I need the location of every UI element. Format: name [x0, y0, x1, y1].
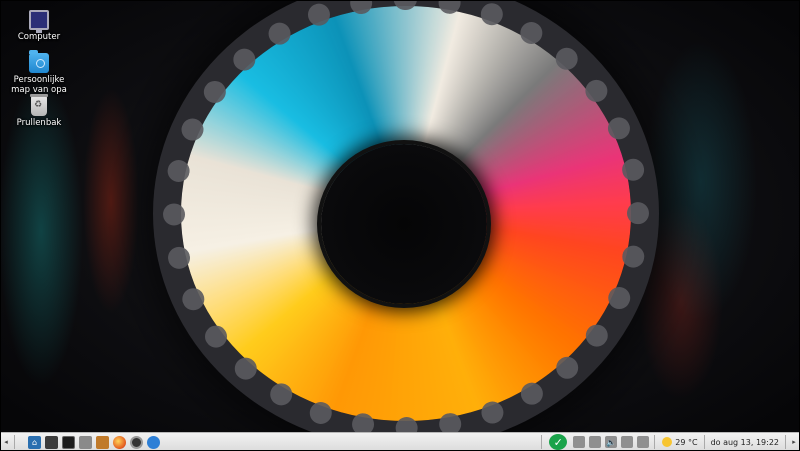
task-manager-icon[interactable]: [79, 435, 92, 449]
wallpaper-black-hole: [321, 144, 487, 304]
file-manager-icon[interactable]: [45, 435, 58, 449]
home-folder-icon: [29, 50, 49, 73]
taskbar-separator: [654, 435, 656, 449]
software-store-icon[interactable]: [96, 435, 109, 449]
clipboard-icon[interactable]: [573, 436, 586, 448]
firefox-icon[interactable]: [113, 435, 126, 449]
taskbar-separator: [785, 435, 786, 449]
desktop-wallpaper: [1, 1, 799, 439]
desktop-icon-label: Prullenbak: [16, 118, 62, 128]
taskbar: ◂ ⌂ ✓ 🔈 29 °C do aug 13, 19:22 ▸: [1, 432, 799, 450]
desktop-icon-home-folder[interactable]: Persoonlijke map van opa: [7, 50, 71, 95]
taskbar-scroll-left-icon[interactable]: ◂: [1, 433, 11, 450]
thunderbird-icon[interactable]: [147, 435, 160, 449]
trash-icon: [30, 94, 48, 116]
desktop-icon-label: Computer: [17, 32, 61, 42]
taskbar-separator: [14, 435, 15, 449]
update-status-icon[interactable]: ✓: [549, 434, 568, 450]
desktop-icon-label: Persoonlijke map van opa: [11, 75, 67, 95]
desktop-screen: Computer Persoonlijke map van opa Prulle…: [0, 0, 800, 451]
clock[interactable]: do aug 13, 19:22: [711, 438, 779, 447]
battery-icon[interactable]: [637, 436, 650, 448]
start-menu-icon[interactable]: ⌂: [28, 435, 41, 449]
taskbar-separator: [541, 435, 543, 449]
network-icon[interactable]: [621, 436, 634, 448]
taskbar-scroll-right-icon[interactable]: ▸: [789, 433, 799, 450]
webcam-icon[interactable]: [130, 435, 143, 449]
desktop-icon-computer[interactable]: Computer: [7, 10, 71, 42]
computer-icon: [29, 10, 49, 33]
weather-temperature[interactable]: 29 °C: [675, 438, 697, 447]
weather-sun-icon[interactable]: [662, 437, 673, 447]
volume-icon[interactable]: 🔈: [605, 436, 618, 448]
keyboard-icon[interactable]: [589, 436, 602, 448]
desktop-icon-trash[interactable]: Prullenbak: [7, 94, 71, 128]
terminal-icon[interactable]: [62, 435, 75, 449]
taskbar-separator: [703, 435, 705, 449]
